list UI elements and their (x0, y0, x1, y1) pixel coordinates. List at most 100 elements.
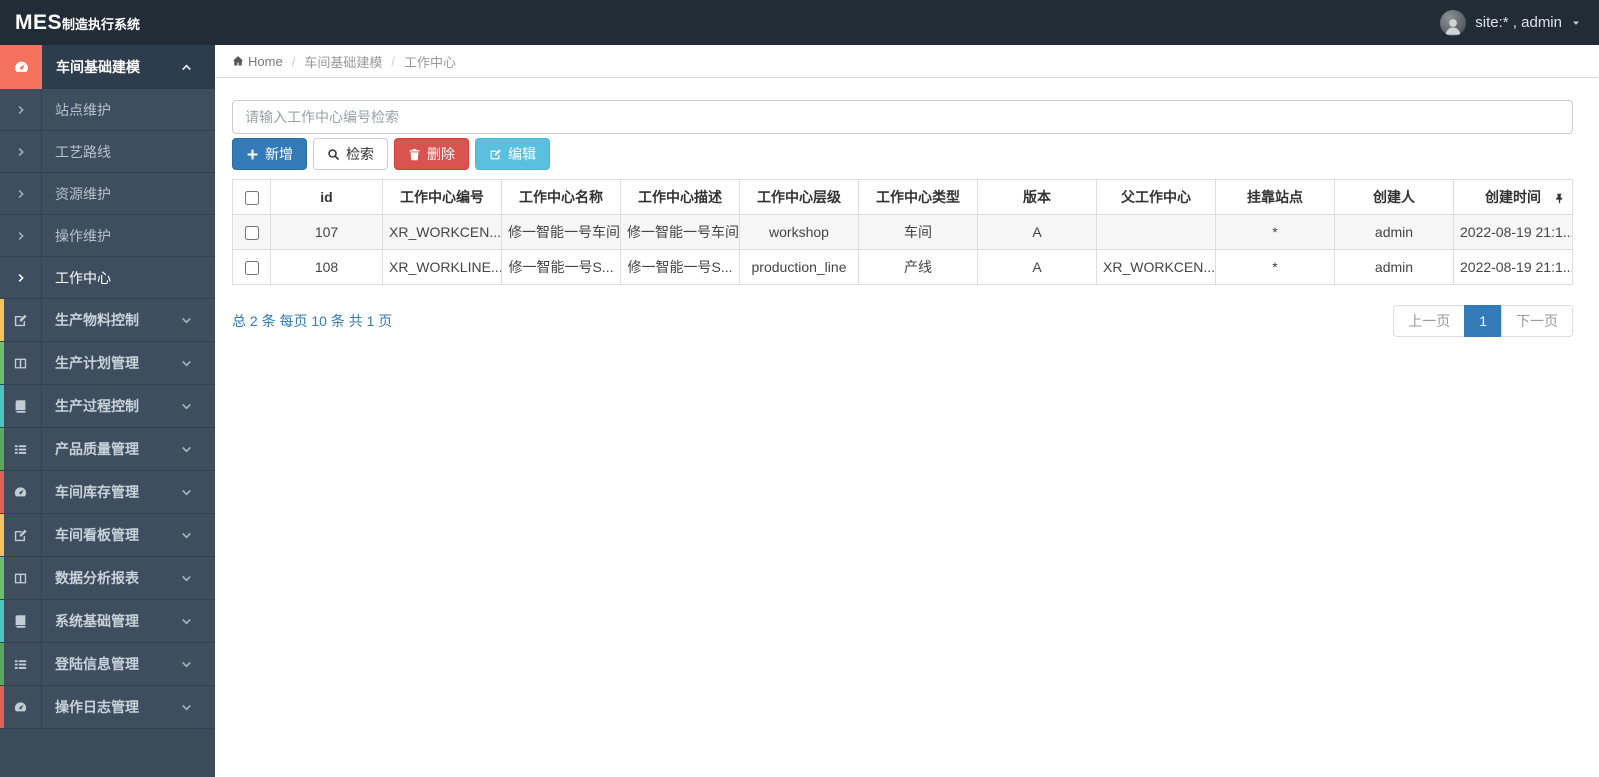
cell-level: workshop (739, 214, 859, 250)
columns-icon (0, 557, 42, 599)
stripe (0, 643, 4, 685)
sidebar-group-workshop-modeling[interactable]: 车间基础建模 (0, 45, 215, 89)
list-icon (0, 643, 42, 685)
avatar (1440, 9, 1467, 36)
chevron-down-icon (181, 686, 215, 728)
cell-site: * (1215, 249, 1335, 285)
app-logo: MES制造执行系统 (15, 10, 141, 34)
chevron-right-icon (0, 257, 42, 298)
sidebar-item-operation-maintenance[interactable]: 操作维护 (0, 215, 215, 257)
cell-level: production_line (739, 249, 859, 285)
stripe (0, 428, 4, 470)
main-content: Home / 车间基础建模 / 工作中心 新增 检索 删除 编辑 (215, 45, 1599, 777)
chevron-right-icon (0, 131, 42, 172)
cell-id: 108 (270, 249, 383, 285)
stripe (0, 600, 4, 642)
pagination-control: 上一页 1 下一页 (1393, 305, 1573, 337)
sidebar-group-label: 车间基础建模 (56, 59, 140, 75)
stripe (0, 557, 4, 599)
cell-created-time: 2022-08-19 21:1... (1453, 214, 1573, 250)
select-all-checkbox[interactable] (244, 191, 259, 206)
cell-creator: admin (1334, 214, 1454, 250)
cell-site: * (1215, 214, 1335, 250)
sidebar-group-label: 操作日志管理 (55, 699, 139, 715)
table-header-row: id 工作中心编号 工作中心名称 工作中心描述 工作中心层级 工作中心类型 版本… (232, 179, 1573, 215)
column-header: 创建人 (1334, 179, 1454, 215)
page-1-button[interactable]: 1 (1464, 305, 1502, 337)
edit-icon (0, 299, 42, 341)
breadcrumb-home[interactable]: Home (232, 54, 283, 69)
column-header: 版本 (977, 179, 1097, 215)
row-select-cell (232, 214, 271, 250)
work-center-table: id 工作中心编号 工作中心名称 工作中心描述 工作中心层级 工作中心类型 版本… (232, 179, 1573, 285)
column-header: 工作中心编号 (382, 179, 502, 215)
column-header: id (270, 179, 383, 215)
sidebar-group-label: 登陆信息管理 (55, 656, 139, 672)
sidebar-group-kanban-management[interactable]: 车间看板管理 (0, 514, 215, 557)
cell-name: 修一智能一号S... (501, 249, 621, 285)
cell-creator: admin (1334, 249, 1454, 285)
edit-icon (489, 148, 502, 161)
sidebar-group-label: 系统基础管理 (55, 613, 139, 629)
search-input[interactable] (232, 100, 1573, 134)
breadcrumb-item: 工作中心 (403, 54, 456, 70)
dashboard-icon (0, 45, 42, 89)
sidebar-item-site-maintenance[interactable]: 站点维护 (0, 89, 215, 131)
user-menu[interactable]: site:* , admin (1440, 9, 1599, 36)
sidebar-group-operation-log[interactable]: 操作日志管理 (0, 686, 215, 729)
delete-button[interactable]: 删除 (394, 138, 469, 170)
row-checkbox[interactable] (244, 261, 259, 276)
sidebar-group-label: 生产计划管理 (55, 355, 139, 371)
sidebar-group-login-info[interactable]: 登陆信息管理 (0, 643, 215, 686)
sidebar-group-material-control[interactable]: 生产物料控制 (0, 299, 215, 342)
cell-version: A (977, 249, 1097, 285)
breadcrumb: Home / 车间基础建模 / 工作中心 (215, 45, 1599, 78)
edit-button-label: 编辑 (508, 146, 536, 162)
sidebar-item-resource-maintenance[interactable]: 资源维护 (0, 173, 215, 215)
cell-code: XR_WORKLINE... (382, 249, 502, 285)
stripe (0, 342, 4, 384)
search-button[interactable]: 检索 (313, 138, 388, 170)
stripe (0, 471, 4, 513)
breadcrumb-separator: / (391, 53, 395, 69)
sidebar-group-system-management[interactable]: 系统基础管理 (0, 600, 215, 643)
chevron-right-icon (0, 89, 42, 130)
sidebar-item-process-route[interactable]: 工艺路线 (0, 131, 215, 173)
pin-icon[interactable] (1554, 189, 1565, 205)
pagination-bar: 总 2 条 每页 10 条 共 1 页 上一页 1 下一页 (232, 305, 1573, 337)
sidebar-item-work-center[interactable]: 工作中心 (0, 257, 215, 299)
sidebar-group-label: 生产过程控制 (55, 398, 139, 414)
sidebar-group-inventory-management[interactable]: 车间库存管理 (0, 471, 215, 514)
sidebar-group-plan-management[interactable]: 生产计划管理 (0, 342, 215, 385)
column-header: 父工作中心 (1096, 179, 1216, 215)
next-page-button[interactable]: 下一页 (1501, 305, 1573, 337)
cell-parent: XR_WORKCEN... (1096, 249, 1216, 285)
stripe (0, 299, 4, 341)
cell-parent (1096, 214, 1216, 250)
sidebar-group-process-control[interactable]: 生产过程控制 (0, 385, 215, 428)
pagination-summary: 总 2 条 每页 10 条 共 1 页 (232, 313, 393, 329)
breadcrumb-item[interactable]: 车间基础建模 (304, 52, 382, 71)
row-checkbox[interactable] (244, 226, 259, 241)
sidebar-group-data-analysis[interactable]: 数据分析报表 (0, 557, 215, 600)
column-header: 工作中心描述 (620, 179, 740, 215)
table-row[interactable]: 108 XR_WORKLINE... 修一智能一号S... 修一智能一号S...… (232, 249, 1573, 285)
column-header: 挂靠站点 (1215, 179, 1335, 215)
breadcrumb-home-label: Home (248, 53, 283, 69)
sidebar-item-label: 站点维护 (55, 101, 111, 118)
sidebar-item-label: 操作维护 (55, 227, 111, 244)
caret-down-icon (1571, 18, 1581, 28)
column-header: 工作中心名称 (501, 179, 621, 215)
table-row[interactable]: 107 XR_WORKCEN... 修一智能一号车间 修一智能一号车间 work… (232, 214, 1573, 250)
sidebar-group-label: 车间库存管理 (55, 484, 139, 500)
sidebar-group-label: 数据分析报表 (55, 570, 139, 586)
sidebar-group-quality-management[interactable]: 产品质量管理 (0, 428, 215, 471)
sidebar-group-label: 产品质量管理 (55, 441, 139, 457)
chevron-down-icon (181, 600, 215, 642)
prev-page-button[interactable]: 上一页 (1393, 305, 1466, 337)
add-button[interactable]: 新增 (232, 138, 307, 170)
plus-icon (246, 148, 259, 161)
book-icon (0, 600, 42, 642)
edit-button[interactable]: 编辑 (475, 138, 550, 170)
chevron-down-icon (181, 428, 215, 470)
